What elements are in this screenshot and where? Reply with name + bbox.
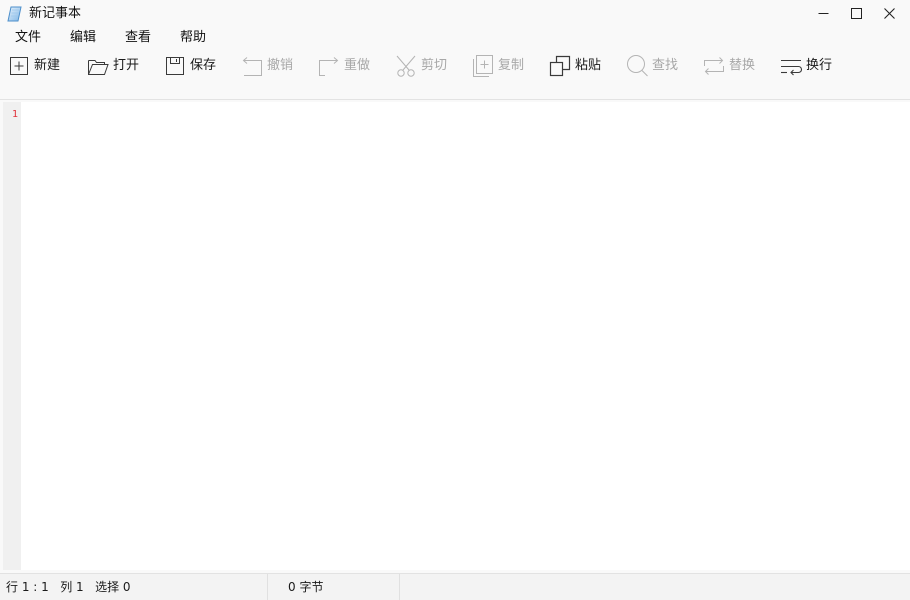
redo-button[interactable]: 重做 — [316, 52, 370, 80]
close-icon — [883, 7, 895, 19]
minimize-icon — [818, 8, 829, 19]
open-folder-icon — [85, 53, 111, 79]
title-bar[interactable]: 新记事本 — [0, 0, 910, 28]
replace-label: 替换 — [729, 58, 756, 73]
scissors-icon — [393, 53, 419, 79]
new-label: 新建 — [34, 58, 61, 73]
search-icon — [624, 53, 650, 79]
notepad-window: 新记事本 文件 编辑 查看 帮助 新建 打开 保存 撤销 重做 剪切 复制 粘贴… — [0, 0, 910, 600]
status-divider — [267, 574, 268, 600]
redo-icon — [316, 53, 342, 79]
text-editor-area[interactable] — [21, 102, 910, 570]
save-button[interactable]: 保存 — [162, 52, 216, 80]
line-number-gutter: 1 — [3, 102, 21, 570]
cursor-position: 行 1 : 1 列 1 选择 0 — [6, 580, 131, 594]
paste-button[interactable]: 粘贴 — [547, 52, 601, 80]
cut-button[interactable]: 剪切 — [393, 52, 447, 80]
save-label: 保存 — [190, 58, 217, 73]
new-button[interactable]: 新建 — [6, 52, 60, 80]
toolbar-divider — [0, 99, 910, 100]
minimize-button[interactable] — [806, 0, 840, 26]
wrap-button[interactable]: 换行 — [778, 52, 832, 80]
maximize-button[interactable] — [839, 0, 873, 26]
open-button[interactable]: 打开 — [85, 52, 139, 80]
menu-edit[interactable]: 编辑 — [70, 29, 96, 47]
menu-file[interactable]: 文件 — [15, 29, 41, 47]
find-button[interactable]: 查找 — [624, 52, 678, 80]
toolbar: 新建 打开 保存 撤销 重做 剪切 复制 粘贴 查找 替换 换行 — [0, 50, 910, 82]
redo-label: 重做 — [344, 58, 371, 73]
byte-count: 0 字节 — [288, 580, 324, 594]
wrap-label: 换行 — [806, 58, 833, 73]
line-number: 1 — [12, 109, 19, 120]
copy-button[interactable]: 复制 — [470, 52, 524, 80]
new-file-icon — [6, 53, 32, 79]
cut-label: 剪切 — [421, 58, 448, 73]
status-bar: 行 1 : 1 列 1 选择 0 0 字节 — [0, 573, 910, 600]
menu-help[interactable]: 帮助 — [180, 29, 206, 47]
notepad-app-icon — [7, 6, 22, 22]
word-wrap-icon — [778, 53, 804, 79]
paste-label: 粘贴 — [575, 58, 602, 73]
save-icon — [162, 53, 188, 79]
editor: 1 — [3, 102, 910, 570]
menu-bar: 文件 编辑 查看 帮助 — [0, 28, 910, 48]
status-divider — [399, 574, 400, 600]
copy-icon — [470, 53, 496, 79]
find-label: 查找 — [652, 58, 679, 73]
undo-button[interactable]: 撤销 — [239, 52, 293, 80]
paste-icon — [547, 53, 573, 79]
window-title: 新记事本 — [29, 6, 82, 21]
menu-view[interactable]: 查看 — [125, 29, 151, 47]
undo-icon — [239, 53, 265, 79]
open-label: 打开 — [113, 58, 140, 73]
replace-button[interactable]: 替换 — [701, 52, 755, 80]
close-button[interactable] — [872, 0, 906, 26]
undo-label: 撤销 — [267, 58, 294, 73]
replace-icon — [701, 53, 727, 79]
copy-label: 复制 — [498, 58, 525, 73]
maximize-icon — [850, 7, 862, 19]
